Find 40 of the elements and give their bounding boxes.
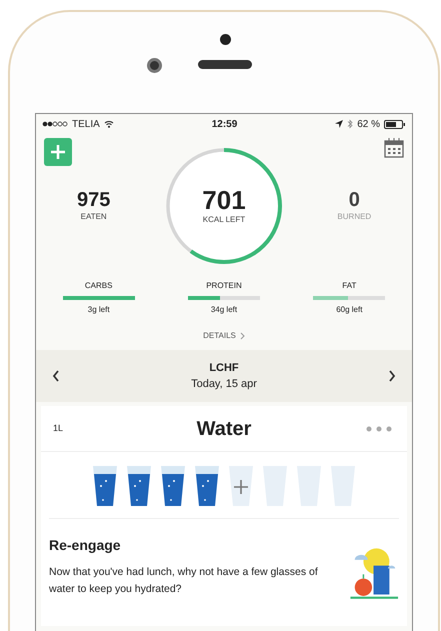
bluetooth-icon [347, 119, 354, 129]
macro-label: FAT [342, 280, 356, 292]
stat-value: 0 [348, 189, 361, 211]
carrier-name: TELIA [72, 118, 100, 132]
macro-remaining: 34g left [210, 304, 238, 316]
macro-label: PROTEIN [206, 280, 242, 292]
full-glass-icon[interactable] [126, 466, 152, 506]
camera-icon [147, 58, 162, 73]
diet-plan: LCHF [208, 360, 240, 376]
details-link[interactable]: DETAILS [203, 330, 245, 342]
stat-label: EATEN [80, 211, 108, 223]
wifi-icon [104, 120, 114, 128]
location-icon [335, 120, 344, 128]
full-glass-icon[interactable] [194, 466, 220, 506]
add-glass-icon[interactable] [228, 466, 254, 506]
calendar-icon[interactable] [384, 138, 404, 158]
plus-icon [51, 145, 65, 159]
battery-percent: 62 % [357, 118, 380, 132]
tip-text: Now that you've had lunch, why not have a few glasses of water to keep you hydrated? [49, 565, 319, 597]
water-amount: 1L [53, 422, 64, 435]
speaker-icon [198, 60, 252, 69]
water-title: Water [196, 416, 252, 442]
chevron-right-icon[interactable] [388, 370, 396, 382]
tip-title: Re-engage [49, 536, 122, 555]
day-date: Today, 15 apr [191, 377, 257, 392]
macro-remaining: 3g left [88, 304, 110, 316]
battery-icon [384, 120, 406, 128]
sensor-icon [220, 34, 231, 45]
full-glass-icon[interactable] [92, 466, 118, 506]
chevron-right-icon [240, 332, 245, 340]
stat-label: BURNED [336, 211, 372, 223]
chevron-left-icon[interactable] [52, 370, 60, 382]
macro-label: CARBS [84, 280, 112, 292]
status-time: 12:59 [212, 118, 238, 132]
kcal-label: KCAL LEFT [202, 214, 246, 226]
kcal-value: 701 [202, 186, 246, 214]
full-glass-icon[interactable] [160, 466, 186, 506]
stat-value: 975 [76, 189, 112, 211]
signal-icon [42, 121, 68, 127]
macro-remaining: 60g left [336, 304, 362, 316]
